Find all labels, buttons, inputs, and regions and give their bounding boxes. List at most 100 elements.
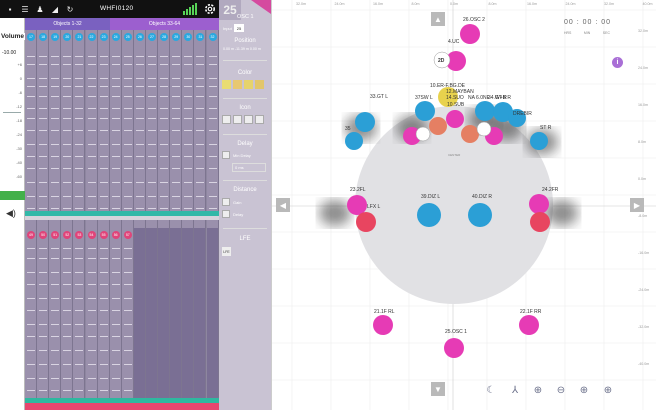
speaker-marker[interactable]: [529, 194, 549, 214]
map-canvas[interactable]: 32.0m 24.0m 16.0m 8.0m 0.0m 8.0m 16.0m 24.0m 32.…: [272, 0, 656, 410]
object-strip[interactable]: 57: [121, 228, 134, 410]
object-strip[interactable]: 19: [49, 30, 62, 230]
gear-icon[interactable]: [203, 2, 217, 16]
object-strip[interactable]: 32: [206, 30, 219, 230]
object-number-badge[interactable]: 53: [75, 231, 84, 239]
zoom-reset-icon[interactable]: ⊕: [600, 382, 616, 398]
object-strip[interactable]: [170, 228, 183, 410]
speaker-marker[interactable]: [461, 125, 479, 143]
speaker-marker[interactable]: [347, 195, 367, 215]
position-value[interactable]: 0.00 m -11.39 m 0.00 m: [223, 47, 261, 51]
speaker-marker[interactable]: [460, 24, 480, 44]
icon-option[interactable]: [222, 115, 231, 124]
object-strip[interactable]: 25: [121, 30, 134, 230]
group-header-2[interactable]: Objects 33-64: [110, 18, 219, 30]
zoom-out-icon[interactable]: ⊖: [553, 382, 569, 398]
speaker-marker[interactable]: [468, 203, 492, 227]
object-number-badge[interactable]: 52: [63, 231, 72, 239]
object-strip[interactable]: 52: [61, 228, 74, 410]
object-strip[interactable]: 49: [25, 228, 37, 410]
object-number-badge[interactable]: 27: [148, 33, 156, 41]
speaker-icon[interactable]: ◀): [6, 208, 20, 218]
object-number-badge[interactable]: 28: [160, 33, 169, 41]
menu-icon[interactable]: ☰: [20, 4, 30, 14]
speaker-marker[interactable]: [373, 315, 393, 335]
object-strip[interactable]: 54: [85, 228, 98, 410]
object-number-badge[interactable]: 29: [172, 33, 181, 41]
night-mode-icon[interactable]: ☾: [483, 382, 499, 398]
object-number-badge[interactable]: 18: [39, 33, 48, 41]
object-number-badge[interactable]: 50: [39, 231, 48, 239]
object-number-badge[interactable]: 56: [111, 231, 120, 239]
object-strip[interactable]: 26: [133, 30, 146, 230]
object-strip[interactable]: 18: [37, 30, 50, 230]
min-delay-checkbox[interactable]: [222, 151, 230, 159]
volume-fader-handle[interactable]: [3, 112, 21, 113]
speaker-marker[interactable]: [475, 101, 495, 121]
object-number-badge[interactable]: 23: [99, 33, 108, 41]
object-number-badge[interactable]: 54: [87, 231, 96, 239]
object-strip[interactable]: 27: [146, 30, 158, 230]
object-strip[interactable]: [206, 228, 219, 410]
object-strip[interactable]: [182, 228, 195, 410]
object-number-badge[interactable]: 25: [123, 33, 132, 41]
object-number-badge[interactable]: 32: [208, 33, 217, 41]
group-header-1[interactable]: Objects 1-32: [25, 18, 110, 30]
object-strip[interactable]: 31: [194, 30, 207, 230]
speaker-marker[interactable]: [530, 212, 550, 232]
axes-icon[interactable]: ⅄: [507, 382, 523, 398]
lfe-button[interactable]: LFE: [222, 247, 231, 256]
object-number-badge[interactable]: 22: [87, 33, 96, 41]
speaker-icon[interactable]: ◢: [50, 4, 60, 14]
color-swatch[interactable]: [244, 80, 253, 89]
spatial-map[interactable]: 32.0m 24.0m 16.0m 8.0m 0.0m 8.0m 16.0m 24.0m 32.…: [271, 0, 656, 410]
distance-gain-checkbox[interactable]: [222, 198, 230, 206]
object-strip[interactable]: 53: [73, 228, 86, 410]
object-strip[interactable]: 55: [97, 228, 110, 410]
speaker-marker[interactable]: [444, 338, 464, 358]
object-number-badge[interactable]: 24: [111, 33, 120, 41]
color-swatch[interactable]: [222, 80, 231, 89]
object-number-badge[interactable]: 20: [63, 33, 72, 41]
info-button[interactable]: i: [612, 57, 623, 68]
object-strip[interactable]: [133, 228, 146, 410]
object-number-badge[interactable]: 26: [135, 33, 144, 41]
color-swatch[interactable]: [255, 80, 264, 89]
object-strip[interactable]: 29: [170, 30, 183, 230]
object-strip[interactable]: 20: [61, 30, 74, 230]
object-strip[interactable]: 24: [109, 30, 122, 230]
object-strip[interactable]: 30: [182, 30, 195, 230]
object-strip[interactable]: 51: [49, 228, 62, 410]
object-number-badge[interactable]: 57: [123, 231, 132, 239]
speaker-marker[interactable]: [476, 121, 492, 137]
speaker-marker[interactable]: [519, 315, 539, 335]
pan-right-button[interactable]: ▶: [630, 198, 644, 212]
speaker-marker[interactable]: [356, 212, 376, 232]
zoom-fit-icon[interactable]: ⊕: [576, 382, 592, 398]
delay-input[interactable]: 0 ms: [232, 163, 266, 172]
pan-left-button[interactable]: ◀: [276, 198, 290, 212]
icon-option[interactable]: [244, 115, 253, 124]
save-icon[interactable]: ▪: [5, 4, 15, 14]
object-number-badge[interactable]: 21: [75, 33, 84, 41]
panel-close-icon[interactable]: [251, 0, 271, 14]
object-number-badge[interactable]: 31: [196, 33, 205, 41]
object-number-badge[interactable]: 30: [184, 33, 193, 41]
speaker-marker[interactable]: [429, 117, 447, 135]
icon-option[interactable]: [233, 115, 242, 124]
object-strip[interactable]: 22: [85, 30, 98, 230]
refresh-icon[interactable]: ↻: [65, 4, 75, 14]
object-number-badge[interactable]: 19: [51, 33, 60, 41]
object-number-badge[interactable]: 51: [51, 231, 60, 239]
speaker-marker[interactable]: [530, 132, 548, 150]
color-swatch[interactable]: [233, 80, 242, 89]
icon-option[interactable]: [255, 115, 264, 124]
speaker-marker[interactable]: [355, 112, 375, 132]
object-strip[interactable]: 21: [73, 30, 86, 230]
pan-down-button[interactable]: ▼: [431, 382, 445, 396]
object-number-badge[interactable]: 55: [99, 231, 108, 239]
pan-up-button[interactable]: ▲: [431, 12, 445, 26]
object-strip[interactable]: 17: [25, 30, 37, 230]
speaker-marker[interactable]: [415, 126, 431, 142]
object-strip[interactable]: 50: [37, 228, 50, 410]
